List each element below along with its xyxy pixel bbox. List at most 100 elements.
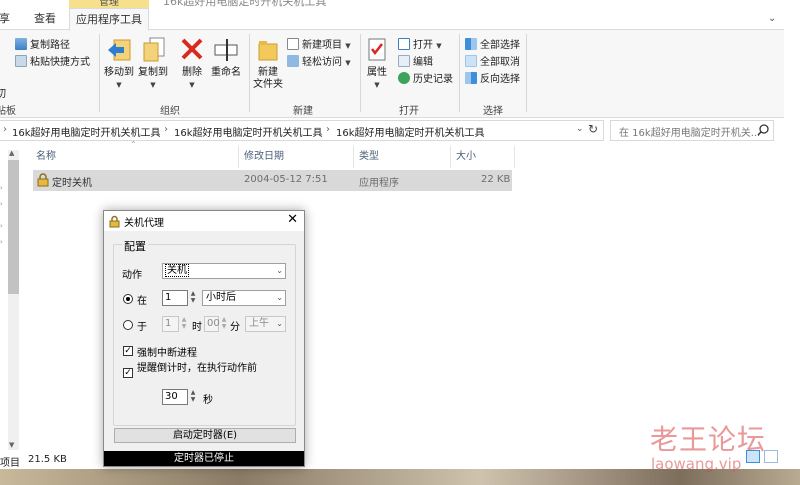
action-label: 动作 xyxy=(122,270,142,281)
file-modified: 2004-05-12 7:51 xyxy=(244,174,328,185)
move-to-icon xyxy=(108,39,131,61)
new-folder-button[interactable]: 新建 文件夹 xyxy=(251,36,285,91)
at-hour-stepper[interactable]: ▲ ▼ xyxy=(180,316,188,332)
search-box[interactable]: 在 16k超好用电脑定时开机关... xyxy=(610,120,774,141)
copy-path-icon xyxy=(15,38,27,50)
in-label: 在 xyxy=(137,296,147,307)
ampm-select[interactable]: 上午 ⌄ xyxy=(245,316,286,332)
clipboard-icon-partial xyxy=(0,33,4,48)
select-group-label: 选择 xyxy=(483,106,503,117)
app-lock-icon xyxy=(37,173,49,187)
watermark-text: 老王论坛 xyxy=(650,423,767,456)
nav-expand-icon[interactable]: › xyxy=(0,200,3,208)
open-button[interactable]: 打开 ▼ xyxy=(398,36,442,51)
large-icons-view-icon[interactable] xyxy=(764,450,778,463)
new-item-button[interactable]: 新建项目 ▼ xyxy=(287,36,351,51)
breadcrumb-3[interactable]: 16k超好用电脑定时开机关机工具 xyxy=(336,124,485,139)
seconds-input[interactable]: 30 xyxy=(162,389,188,405)
invert-selection-icon xyxy=(465,72,477,84)
nav-expand-icon[interactable]: › xyxy=(0,238,3,246)
tab-view[interactable]: 查看 xyxy=(27,10,63,30)
shutdown-agent-dialog: 关机代理 ✕ 配置 动作 关机 ⌄ 在 1 ▲ ▼ 小时后 ⌄ 于 1 ▲ ▼ 时 00… xyxy=(103,210,305,467)
edit-button[interactable]: 编辑 xyxy=(398,53,433,68)
refresh-icon[interactable]: ↻ xyxy=(588,122,598,136)
column-header-type[interactable]: 类型 xyxy=(359,146,379,168)
open-group-label: 打开 xyxy=(399,106,419,117)
file-size: 22 KB xyxy=(481,174,511,185)
column-divider[interactable] xyxy=(353,146,354,168)
easy-access-button[interactable]: 轻松访问 ▼ xyxy=(287,53,351,68)
nav-expand-icon[interactable]: › xyxy=(0,222,3,230)
column-divider[interactable] xyxy=(450,146,451,168)
cut-button[interactable]: 剪切 xyxy=(0,85,12,100)
rename-button[interactable]: 重命名 xyxy=(208,36,244,79)
nav-scroll-down-icon[interactable]: ▼ xyxy=(9,441,14,449)
status-selection-size: 21.5 KB xyxy=(28,454,67,465)
select-all-button[interactable]: 全部选择 xyxy=(465,36,520,51)
nav-scrollbar-thumb[interactable] xyxy=(8,160,19,294)
timer-status: 定时器已停止 xyxy=(104,451,304,466)
clipboard-group-label: 剪贴板 xyxy=(0,106,16,117)
breadcrumb-2[interactable]: 16k超好用电脑定时开机关机工具 xyxy=(174,124,323,139)
copy-path-button[interactable]: 复制路径 xyxy=(15,36,70,51)
paste-shortcut-button[interactable]: 粘贴快捷方式 xyxy=(15,53,90,68)
action-select[interactable]: 关机 ⌄ xyxy=(162,263,286,279)
start-timer-button[interactable]: 启动定时器(E) xyxy=(114,428,296,443)
reminder-label: 提醒倒计时，在执行动作前 xyxy=(137,363,257,374)
new-group-label: 新建 xyxy=(293,106,313,117)
column-divider[interactable] xyxy=(238,146,239,168)
move-to-button[interactable]: 移动到 ▼ xyxy=(101,36,137,91)
force-checkbox[interactable]: ✓ xyxy=(123,346,133,356)
select-all-icon xyxy=(465,38,477,50)
window-edge xyxy=(784,0,800,468)
column-header-size[interactable]: 大小 xyxy=(456,146,476,168)
collapse-ribbon-icon[interactable]: ⌄ xyxy=(768,13,776,24)
chevron-down-icon: ⌄ xyxy=(276,266,283,275)
column-divider[interactable] xyxy=(514,146,515,168)
easy-access-icon xyxy=(287,55,299,67)
history-icon xyxy=(398,72,410,84)
ribbon: 剪切 复制路径 粘贴快捷方式 剪贴板 移动到▼ 复制到▼ 删除▼ 重 xyxy=(0,30,784,118)
at-minute-input[interactable]: 00 xyxy=(204,316,220,332)
table-row[interactable]: 定时关机 2004-05-12 7:51 应用程序 22 KB xyxy=(33,170,512,191)
search-placeholder: 在 16k超好用电脑定时开机关... xyxy=(619,128,761,139)
minute-label: 分 xyxy=(230,322,240,333)
dialog-titlebar[interactable]: 关机代理 ✕ xyxy=(104,211,304,231)
seconds-stepper[interactable]: ▲ ▼ xyxy=(189,389,197,405)
tab-application-tools[interactable]: 应用程序工具 xyxy=(69,8,149,31)
sort-ascending-icon: ⌃ xyxy=(130,140,137,149)
search-icon[interactable] xyxy=(757,123,769,137)
new-folder-icon xyxy=(258,41,278,61)
in-value-input[interactable]: 1 xyxy=(162,290,188,306)
new-item-icon xyxy=(287,38,299,50)
at-hour-input[interactable]: 1 xyxy=(162,316,179,332)
dialog-title: 关机代理 xyxy=(124,218,164,229)
in-value-stepper[interactable]: ▲ ▼ xyxy=(189,290,197,306)
nav-scroll-up-icon[interactable]: ▲ xyxy=(9,149,14,157)
invert-selection-button[interactable]: 反向选择 xyxy=(465,70,520,85)
breadcrumb-1[interactable]: 16k超好用电脑定时开机关机工具 xyxy=(12,124,161,139)
select-none-button[interactable]: 全部取消 xyxy=(465,53,520,68)
separator xyxy=(526,34,527,112)
app-lock-icon xyxy=(109,215,120,228)
in-unit-select[interactable]: 小时后 ⌄ xyxy=(202,290,286,306)
address-row: › 16k超好用电脑定时开机关机工具 › 16k超好用电脑定时开机关机工具 › … xyxy=(0,118,784,143)
address-bar[interactable]: › 16k超好用电脑定时开机关机工具 › 16k超好用电脑定时开机关机工具 › … xyxy=(0,120,604,141)
address-history-dropdown[interactable]: ⌄ xyxy=(576,124,584,134)
force-label: 强制中断进程 xyxy=(137,348,197,359)
at-minute-stepper[interactable]: ▲ ▼ xyxy=(220,316,228,332)
column-header-modified[interactable]: 修改日期 xyxy=(244,146,284,168)
close-icon[interactable]: ✕ xyxy=(287,212,298,227)
history-button[interactable]: 历史记录 xyxy=(398,70,453,85)
at-radio[interactable] xyxy=(123,320,133,330)
reminder-checkbox[interactable]: ✓ xyxy=(123,368,133,378)
config-legend: 配置 xyxy=(122,238,148,254)
tab-share[interactable]: 共享 xyxy=(0,10,20,30)
in-radio[interactable] xyxy=(123,294,133,304)
nav-expand-icon[interactable]: › xyxy=(0,184,3,192)
properties-button[interactable]: 属性 ▼ xyxy=(363,36,391,91)
delete-button[interactable]: 删除 ▼ xyxy=(178,36,206,91)
copy-to-button[interactable]: 复制到 ▼ xyxy=(135,36,171,91)
column-header-name[interactable]: 名称 xyxy=(36,146,56,168)
chevron-down-icon: ⌄ xyxy=(276,293,283,302)
